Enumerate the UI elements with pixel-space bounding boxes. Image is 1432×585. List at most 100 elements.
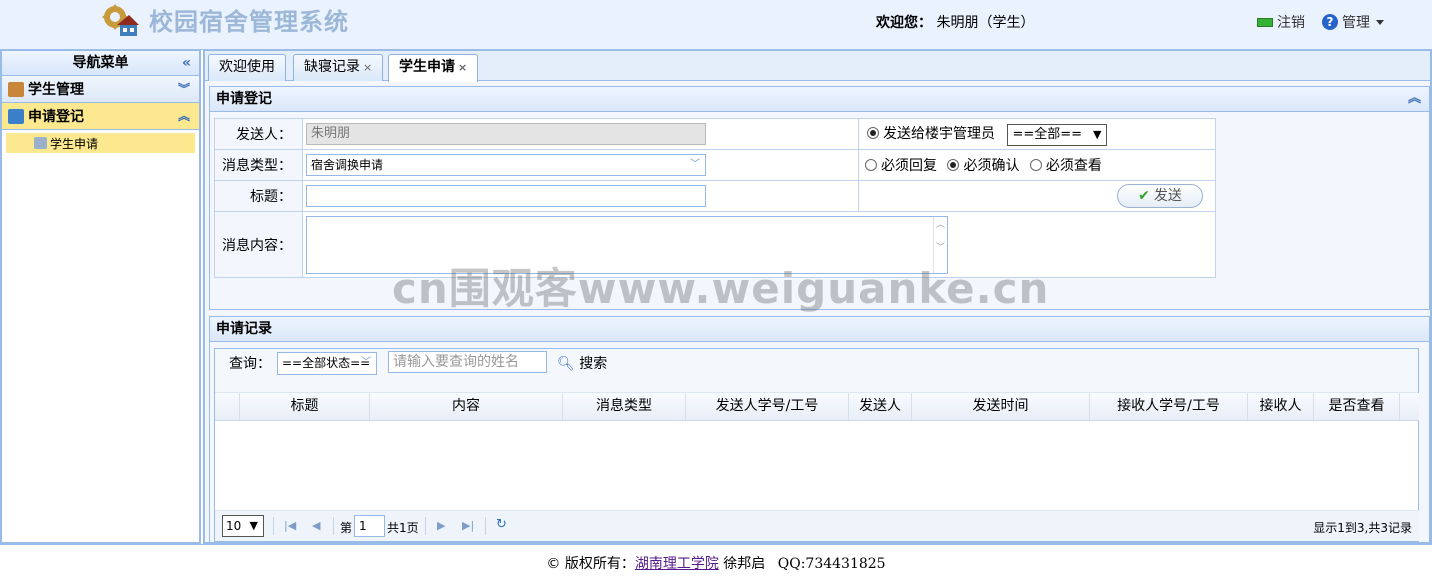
search-icon: 🔍︎ xyxy=(557,356,575,372)
close-icon[interactable]: × xyxy=(363,61,372,74)
records-grid: 查询： ==全部状态== ﹀ 请输入要查询的姓名 🔍︎ 搜索 标题 内容 消息类… xyxy=(214,348,1419,542)
records-toolbar: 查询： ==全部状态== ﹀ 请输入要查询的姓名 🔍︎ 搜索 xyxy=(215,349,1418,393)
column-header[interactable]: 内容 xyxy=(370,393,563,420)
tab-label: 学生申请 xyxy=(399,59,455,75)
sender-field: 朱明朋 xyxy=(306,123,706,145)
tab-absence-records[interactable]: 缺寝记录 × xyxy=(293,54,384,81)
pagination-bar: 10 ▼ |◀ ◀ 第 1 共1页 ▶ ▶| ↻ 显示1到3,共3记录 xyxy=(215,510,1419,541)
pagination-summary: 显示1到3,共3记录 xyxy=(1313,521,1412,535)
main-area: 欢迎使用 缺寝记录 × 学生申请 × 申请登记 ︽ 发送人： 朱明朋 发送给楼宇管理… xyxy=(203,50,1432,544)
records-panel: 申请记录 查询： ==全部状态== ﹀ 请输入要查询的姓名 🔍︎ 搜索 标题 内… xyxy=(209,316,1430,543)
records-panel-header: 申请记录 xyxy=(210,317,1429,342)
welcome-label: 欢迎您： xyxy=(876,15,932,31)
copyright-label: © 版权所有： xyxy=(546,556,635,572)
prev-page-icon[interactable]: ◀ xyxy=(312,519,320,532)
grid-header-row: 标题 内容 消息类型 发送人学号/工号 发送人 发送时间 接收人学号/工号 接收… xyxy=(215,393,1419,421)
tab-label: 欢迎使用 xyxy=(219,59,275,75)
send-button-label: 发送 xyxy=(1153,188,1182,204)
help-icon: ? xyxy=(1322,14,1338,30)
page-size-select[interactable]: 10 ▼ xyxy=(222,515,264,537)
option-label: 必须回复 xyxy=(881,158,937,174)
sidebar-item-student-apply[interactable]: 学生申请 xyxy=(6,133,195,153)
sidebar-title: 导航菜单 xyxy=(72,55,129,71)
option-group: 必须回复 必须确认 必须查看 xyxy=(858,149,1216,181)
sidebar-section-apply[interactable]: 申请登记 ︽ xyxy=(2,103,199,130)
footer: © 版权所有：湖南理工学院 徐邦启 QQ:734431825 xyxy=(0,544,1432,585)
sidebar-item-label: 学生申请 xyxy=(50,136,99,151)
collapse-up-icon[interactable]: ︽ xyxy=(1408,87,1421,111)
collapse-up-icon: ︽ xyxy=(177,109,190,123)
chevron-down-icon[interactable]: ﹀ xyxy=(687,157,703,173)
content-textarea[interactable]: ︿ ﹀ xyxy=(306,216,948,274)
tab-welcome[interactable]: 欢迎使用 xyxy=(208,54,286,81)
msg-type-value: 宿舍调换申请 xyxy=(311,158,384,172)
subject-input[interactable] xyxy=(306,185,706,207)
sidebar-section-label: 学生管理 xyxy=(28,82,84,98)
apply-panel: 申请登记 ︽ 发送人： 朱明朋 发送给楼宇管理员 ==全部== ▼ 消息类型： 宿… xyxy=(209,86,1430,310)
column-header[interactable]: 接收人 xyxy=(1248,393,1314,420)
msg-type-label: 消息类型： xyxy=(214,149,303,181)
page-size-value: 10 xyxy=(226,519,242,533)
qq-contact: QQ:734431825 xyxy=(777,556,886,572)
column-header[interactable]: 是否查看 xyxy=(1314,393,1400,420)
sidebar-section-label: 申请登记 xyxy=(28,109,84,125)
org-link[interactable]: 湖南理工学院 xyxy=(635,556,719,572)
status-select-value: ==全部状态== xyxy=(282,356,371,370)
search-button[interactable]: 🔍︎ 搜索 xyxy=(557,353,607,373)
must-confirm-radio[interactable] xyxy=(947,159,960,171)
divider xyxy=(485,517,486,535)
must-reply-radio[interactable] xyxy=(865,159,877,171)
next-page-icon[interactable]: ▶ xyxy=(437,519,445,532)
option-label: 必须查看 xyxy=(1045,158,1102,174)
send-to-admin-radio[interactable] xyxy=(867,126,879,139)
manage-menu[interactable]: ? 管理 xyxy=(1322,12,1384,32)
tab-student-apply[interactable]: 学生申请 × xyxy=(388,54,479,82)
sidebar-header: 导航菜单 « xyxy=(2,51,199,76)
column-header[interactable]: 发送时间 xyxy=(912,393,1090,420)
search-button-label: 搜索 xyxy=(579,356,608,372)
welcome-text: 欢迎您： 朱明朋（学生） xyxy=(876,12,1034,32)
close-icon[interactable]: × xyxy=(458,61,467,74)
send-button[interactable]: ✔ 发送 xyxy=(1117,184,1203,208)
current-user: 朱明朋（学生） xyxy=(936,15,1035,31)
status-select[interactable]: ==全部状态== ﹀ xyxy=(277,352,377,375)
admin-select[interactable]: ==全部== ▼ xyxy=(1007,123,1108,146)
column-header[interactable]: 消息类型 xyxy=(563,393,686,420)
check-icon: ✔ xyxy=(1138,188,1150,204)
logout-label: 注销 xyxy=(1277,15,1305,31)
divider xyxy=(425,517,426,535)
must-view-radio[interactable] xyxy=(1029,159,1042,171)
collapse-left-icon[interactable]: « xyxy=(182,51,191,75)
column-header[interactable]: 接收人学号/工号 xyxy=(1090,393,1248,420)
tab-label: 缺寝记录 xyxy=(304,59,360,75)
last-page-icon[interactable]: ▶| xyxy=(462,519,474,532)
send-to-label: 发送给楼宇管理员 xyxy=(883,125,995,142)
option-label: 必须确认 xyxy=(963,158,1020,174)
chevron-down-icon: ▼ xyxy=(1092,127,1102,141)
msg-type-combo[interactable]: 宿舍调换申请 ﹀ xyxy=(306,154,706,176)
query-label: 查询： xyxy=(229,356,271,372)
page-total: 共1页 xyxy=(387,521,419,535)
page-number-input[interactable]: 1 xyxy=(354,515,385,537)
name-search-input[interactable]: 请输入要查询的姓名 xyxy=(388,351,547,373)
manage-label: 管理 xyxy=(1342,15,1370,31)
first-page-icon[interactable]: |◀ xyxy=(284,519,296,532)
panel-title: 申请登记 xyxy=(216,91,272,107)
logout-link[interactable]: 注销 xyxy=(1257,12,1305,32)
apply-panel-header: 申请登记 ︽ xyxy=(210,87,1429,112)
column-header[interactable]: 发送人 xyxy=(849,393,912,420)
row-number-header xyxy=(215,393,240,420)
scroll-spacer xyxy=(1400,393,1419,420)
expand-down-icon: ︾ xyxy=(177,82,190,96)
chevron-down-icon[interactable]: ﹀ xyxy=(358,355,374,371)
column-header[interactable]: 发送人学号/工号 xyxy=(686,393,849,420)
textarea-scrollbar[interactable]: ︿ ﹀ xyxy=(933,217,947,273)
refresh-icon[interactable]: ↻ xyxy=(496,517,507,532)
app-title: 校园宿舍管理系统 xyxy=(149,7,349,36)
column-header[interactable]: 标题 xyxy=(240,393,370,420)
page-prefix: 第 xyxy=(340,521,353,535)
sidebar-section-student[interactable]: 学生管理 ︾ xyxy=(2,76,199,103)
panel-title: 申请记录 xyxy=(216,321,272,337)
logo-gear-house-icon xyxy=(102,4,139,36)
student-icon xyxy=(8,81,24,97)
